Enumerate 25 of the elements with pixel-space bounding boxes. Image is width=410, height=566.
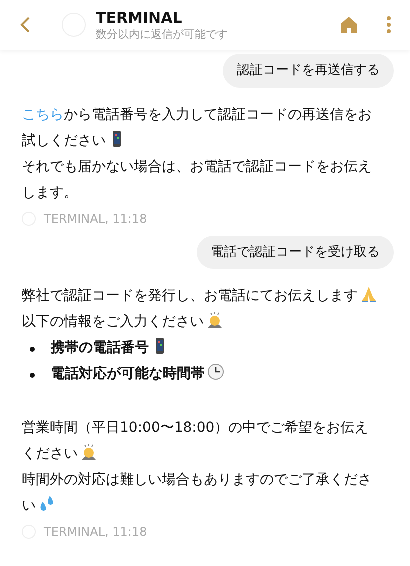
user-message-bubble: 認証コードを再送信する	[223, 54, 394, 88]
message-text: 以下の情報をご入力ください	[22, 309, 378, 335]
message-text: それでも届かない場合は、お電話で認証コードをお伝えします。	[22, 158, 373, 202]
bowing-person-icon	[80, 443, 98, 461]
bowing-person-icon	[206, 311, 224, 329]
home-icon[interactable]	[340, 16, 358, 34]
link[interactable]: こちら	[22, 106, 64, 122]
message-text: 営業時間（平日10:00〜18:00）の中でご希望をお伝えください	[22, 419, 370, 464]
back-icon[interactable]	[18, 16, 32, 34]
bullet-text: 携帯の電話番号	[51, 335, 169, 361]
sweat-drops-icon	[38, 495, 56, 513]
message-meta: TERMINAL, 11:18	[44, 524, 148, 541]
message-text: 弊社で認証コードを発行し、お電話にてお伝えします	[22, 283, 378, 309]
bullet-icon	[30, 347, 35, 352]
more-icon[interactable]	[386, 16, 392, 34]
message-meta: TERMINAL, 11:18	[44, 210, 148, 228]
praying-hands-icon	[360, 285, 378, 303]
message-text: 時間外の対応は難しい場合もありますのでご了承ください	[22, 471, 373, 516]
chat-subtitle: 数分以内に返信が可能です	[96, 28, 228, 42]
chat-title: TERMINAL	[96, 8, 184, 28]
bullet-text: 電話対応が可能な時間帯	[51, 361, 225, 387]
clock-icon	[207, 363, 225, 381]
message-text: こちらから電話番号を入力して認証コードの再送信をお試しください	[22, 106, 373, 150]
bullet-icon	[30, 373, 35, 378]
user-message-bubble: 電話で認証コードを受け取る	[197, 236, 394, 269]
